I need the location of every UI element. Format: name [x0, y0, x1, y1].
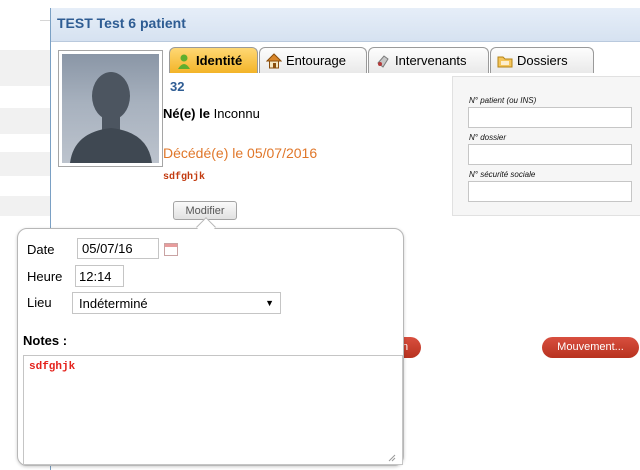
- patient-number: 32: [170, 79, 185, 94]
- birth-label: Né(e) le: [163, 106, 210, 121]
- tab-identite[interactable]: Identité: [169, 47, 258, 73]
- time-input[interactable]: 12:14: [75, 265, 124, 287]
- notes-textarea[interactable]: sdfghjk: [23, 355, 403, 465]
- tab-label: Identité: [196, 53, 243, 68]
- background-panel: [0, 50, 50, 86]
- birth-value: Inconnu: [213, 106, 260, 121]
- place-value: Indéterminé: [79, 296, 148, 311]
- tab-intervenants[interactable]: Intervenants: [368, 47, 489, 73]
- house-icon: [265, 52, 283, 69]
- date-label: Date: [27, 242, 55, 257]
- place-select[interactable]: Indéterminé ▼: [72, 292, 281, 314]
- calendar-icon[interactable]: [164, 243, 178, 256]
- file-number-label: N° dossier: [469, 133, 506, 142]
- death-info: Décédé(e) le 05/07/2016: [163, 145, 318, 161]
- divider: [40, 20, 50, 21]
- avatar-silhouette-icon: [70, 72, 152, 163]
- window-title: TEST Test 6 patient: [57, 15, 186, 31]
- tab-label: Intervenants: [395, 53, 467, 68]
- social-security-label: N° sécurité sociale: [469, 170, 536, 179]
- folder-icon: [497, 53, 513, 69]
- tab-entourage[interactable]: Entourage: [259, 47, 367, 73]
- patient-photo: [58, 50, 163, 167]
- place-label: Lieu: [27, 295, 52, 310]
- date-input[interactable]: 05/07/16: [77, 238, 159, 259]
- movement-button[interactable]: Mouvement...: [542, 337, 639, 358]
- hand-icon: [375, 53, 391, 69]
- background-panel: [0, 152, 50, 176]
- patient-number-input[interactable]: [468, 107, 632, 128]
- patient-number-label: N° patient (ou INS): [469, 96, 537, 105]
- person-icon: [176, 53, 192, 69]
- notes-label: Notes :: [23, 333, 68, 348]
- background-panel: [0, 108, 50, 134]
- chevron-down-icon: ▼: [265, 298, 274, 308]
- birth-info: Né(e) le Inconnu: [163, 106, 260, 121]
- time-label: Heure: [27, 269, 63, 284]
- background-panel: [0, 196, 50, 216]
- file-number-input[interactable]: [468, 144, 632, 165]
- resize-grip-icon[interactable]: [386, 450, 396, 462]
- social-security-input[interactable]: [468, 181, 632, 202]
- tab-label: Entourage: [286, 53, 346, 68]
- patient-code: sdfghjk: [163, 172, 206, 183]
- tab-dossiers[interactable]: Dossiers: [490, 47, 594, 73]
- tab-label: Dossiers: [517, 53, 568, 68]
